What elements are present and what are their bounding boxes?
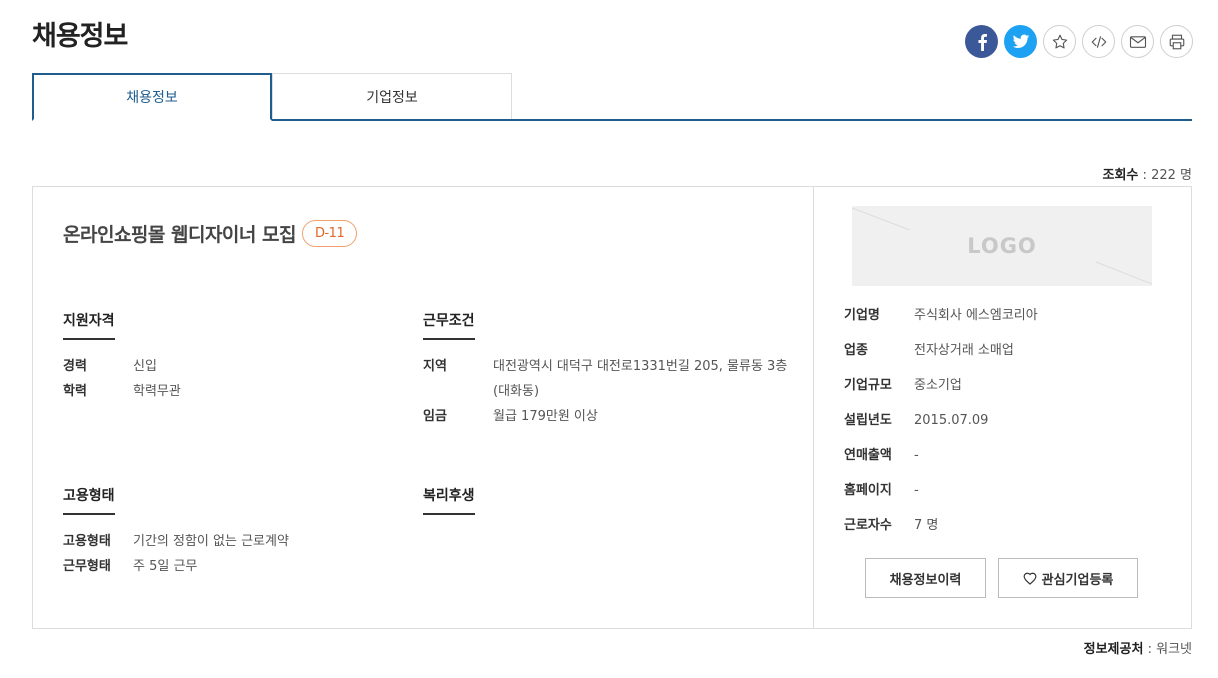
heart-icon <box>1023 572 1037 585</box>
dday-badge: D-11 <box>301 220 358 247</box>
info-row: 임금 월급 179만원 이상 <box>423 404 793 429</box>
view-count-label: 조회수 <box>1102 168 1139 183</box>
company-card: LOGO 기업명 주식회사 에스엠코리아 업종 전자상거래 소매업 기업규모 중소기업… <box>814 187 1192 628</box>
row-key: 학력 <box>63 384 87 399</box>
row-key: 근무형태 <box>63 559 111 574</box>
facebook-icon <box>978 33 987 51</box>
print-icon <box>1169 34 1184 49</box>
row-value: 2015.07.09 <box>914 413 989 428</box>
info-source: 정보제공처 : 워크넷 <box>1083 642 1192 657</box>
info-row: 학력 학력무관 <box>63 379 181 404</box>
conditions-title: 근무조건 <box>423 310 475 340</box>
row-key: 업종 <box>844 343 868 358</box>
twitter-share-button[interactable] <box>1004 25 1037 58</box>
mail-icon <box>1129 35 1146 48</box>
row-key: 지역 <box>423 359 447 374</box>
qualification-title: 지원자격 <box>63 310 115 340</box>
twitter-icon <box>1012 34 1029 48</box>
job-title-row: 온라인쇼핑몰 웹디자이너 모집 D-11 <box>63 220 358 247</box>
tab-job-info[interactable]: 채용정보 <box>32 73 272 121</box>
row-key: 연매출액 <box>844 448 892 463</box>
info-row: 경력 신입 <box>63 354 181 379</box>
favorite-company-label: 관심기업등록 <box>1041 572 1114 588</box>
row-value: 주 5일 근무 <box>133 559 198 574</box>
row-key: 설립년도 <box>844 413 892 428</box>
facebook-share-button[interactable] <box>965 25 998 58</box>
view-count-unit: 명 <box>1180 168 1192 183</box>
row-key: 기업규모 <box>844 378 892 393</box>
star-icon <box>1052 34 1067 48</box>
info-source-label: 정보제공처 <box>1083 642 1144 657</box>
row-value: 주식회사 에스엠코리아 <box>914 308 1038 323</box>
favorite-company-button[interactable]: 관심기업등록 <box>998 558 1138 598</box>
code-icon <box>1091 35 1106 48</box>
view-count-value: 222 <box>1151 168 1176 183</box>
logo-placeholder-text: LOGO <box>967 234 1037 258</box>
info-row: 지역 대전광역시 대덕구 대전로1331번길 205, 물류동 3층 (대화동) <box>423 354 793 404</box>
company-row: 근로자수 7 명 <box>844 508 1038 543</box>
row-key: 기업명 <box>844 308 880 323</box>
tab-company-info[interactable]: 기업정보 <box>272 73 512 119</box>
conditions-section: 근무조건 지역 대전광역시 대덕구 대전로1331번길 205, 물류동 3층 (… <box>423 310 793 429</box>
company-info: 기업명 주식회사 에스엠코리아 업종 전자상거래 소매업 기업규모 중소기업 설립년도… <box>844 298 1038 543</box>
row-key: 임금 <box>423 409 447 424</box>
embed-code-button[interactable] <box>1082 25 1115 58</box>
row-value: 중소기업 <box>914 378 962 393</box>
page-title: 채용정보 <box>32 21 128 52</box>
qualification-section: 지원자격 경력 신입 학력 학력무관 <box>63 310 181 404</box>
email-share-button[interactable] <box>1121 25 1154 58</box>
employment-title: 고용형태 <box>63 485 115 515</box>
view-count: 조회수 : 222 명 <box>1102 168 1192 183</box>
welfare-title: 복리후생 <box>423 485 475 515</box>
print-button[interactable] <box>1160 25 1193 58</box>
company-row: 설립년도 2015.07.09 <box>844 403 1038 438</box>
company-row: 기업명 주식회사 에스엠코리아 <box>844 298 1038 333</box>
row-value: 학력무관 <box>133 384 181 399</box>
welfare-section: 복리후생 <box>423 485 475 529</box>
row-key: 고용형태 <box>63 534 111 549</box>
job-title: 온라인쇼핑몰 웹디자이너 모집 <box>63 224 296 246</box>
company-row: 연매출액 - <box>844 438 1038 473</box>
row-value: - <box>914 483 919 498</box>
tab-bar: 채용정보 기업정보 <box>32 73 1192 121</box>
company-actions: 채용정보이력 관심기업등록 <box>865 558 1138 598</box>
info-source-value: 워크넷 <box>1156 642 1192 657</box>
row-key: 경력 <box>63 359 87 374</box>
row-value: 신입 <box>133 359 157 374</box>
company-row: 홈페이지 - <box>844 473 1038 508</box>
row-key: 홈페이지 <box>844 483 892 498</box>
recruit-history-button[interactable]: 채용정보이력 <box>865 558 986 598</box>
row-value: 기간의 정함이 없는 근로계약 <box>133 534 289 549</box>
share-toolbar <box>965 25 1193 58</box>
row-key: 근로자수 <box>844 518 892 533</box>
row-value: 전자상거래 소매업 <box>914 343 1014 358</box>
row-value: 대전광역시 대덕구 대전로1331번길 205, 물류동 3층 (대화동) <box>493 359 788 399</box>
info-row: 근무형태 주 5일 근무 <box>63 554 289 579</box>
company-row: 업종 전자상거래 소매업 <box>844 333 1038 368</box>
job-panel: 온라인쇼핑몰 웹디자이너 모집 D-11 지원자격 경력 신입 학력 학력무관 근무… <box>32 186 1192 629</box>
employment-section: 고용형태 고용형태 기간의 정함이 없는 근로계약 근무형태 주 5일 근무 <box>63 485 289 579</box>
row-value: - <box>914 448 919 463</box>
company-row: 기업규모 중소기업 <box>844 368 1038 403</box>
row-value: 월급 179만원 이상 <box>493 409 598 424</box>
company-logo: LOGO <box>852 206 1152 286</box>
info-row: 고용형태 기간의 정함이 없는 근로계약 <box>63 529 289 554</box>
row-value: 7 명 <box>914 518 939 533</box>
bookmark-button[interactable] <box>1043 25 1076 58</box>
